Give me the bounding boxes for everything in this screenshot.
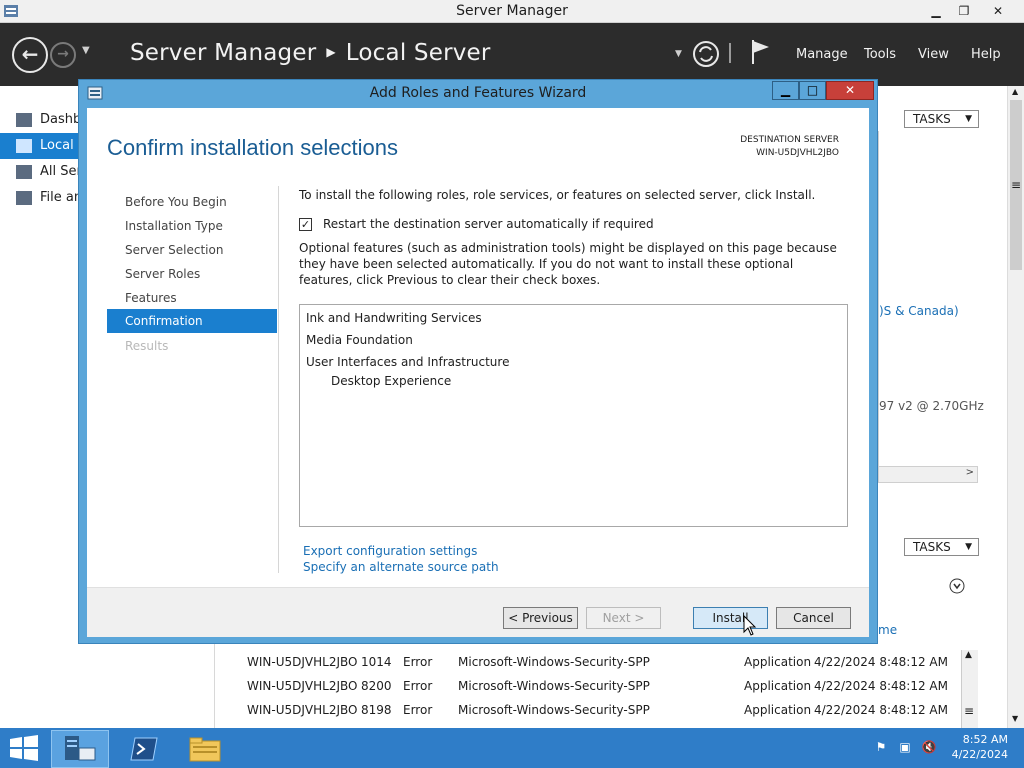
restart-checkbox[interactable]: ✓ — [299, 218, 312, 231]
instruction-text: To install the following roles, role ser… — [299, 188, 816, 202]
step-results: Results — [125, 339, 169, 353]
scroll-up-icon[interactable]: ▲ — [1012, 87, 1018, 96]
step-server-selection[interactable]: Server Selection — [107, 238, 277, 262]
server-icon — [16, 139, 32, 153]
chevron-down-icon: ▼ — [965, 542, 972, 552]
clock-time: 8:52 AM — [962, 733, 1008, 746]
menu-help[interactable]: Help — [971, 47, 1001, 62]
file-storage-icon — [16, 191, 32, 205]
taskbar-server-manager[interactable] — [51, 730, 109, 768]
alternate-source-link[interactable]: Specify an alternate source path — [303, 560, 499, 574]
nav-history-dropdown-icon[interactable]: ▼ — [82, 45, 90, 56]
forward-arrow-icon[interactable]: → — [50, 42, 76, 68]
step-confirmation[interactable]: Confirmation — [107, 309, 277, 333]
events-filter-area — [878, 565, 978, 615]
selection-subitem: Desktop Experience — [331, 374, 452, 388]
wizard-close-button[interactable]: ✕ — [826, 81, 874, 100]
minimize-button[interactable]: ▁ — [922, 1, 950, 21]
taskbar-powershell[interactable] — [115, 730, 173, 768]
previous-button[interactable]: < Previous — [503, 607, 578, 629]
wizard-minimize-button[interactable]: ▁ — [772, 81, 799, 100]
processor-value: 97 v2 @ 2.70GHz — [879, 399, 984, 413]
servers-icon — [16, 165, 32, 179]
clock-date: 4/22/2024 — [951, 748, 1008, 761]
event-row[interactable]: WIN-U5DJVHL2JBO 1014 Error Microsoft-Win… — [247, 650, 957, 674]
mouse-cursor-icon — [743, 615, 757, 636]
destination-server-label: DESTINATION SERVER WIN-U5DJVHL2JBO — [740, 135, 839, 158]
folder-icon — [189, 737, 221, 762]
notifications-flag-icon[interactable] — [750, 38, 772, 66]
properties-pane — [878, 131, 978, 467]
step-features[interactable]: Features — [107, 286, 277, 310]
restart-checkbox-label[interactable]: Restart the destination server automatic… — [323, 217, 654, 231]
scroll-grip-icon[interactable]: ≡ — [964, 704, 974, 718]
breadcrumb-app[interactable]: Server Manager — [130, 40, 316, 66]
selection-item: User Interfaces and Infrastructure — [306, 355, 510, 369]
server-manager-icon — [65, 736, 96, 761]
wizard-body: Confirm installation selections DESTINAT… — [87, 108, 869, 637]
events-vertical-scrollbar[interactable]: ▲ ≡ — [961, 650, 978, 728]
taskbar-file-explorer[interactable] — [176, 730, 234, 768]
windows-start-icon[interactable] — [9, 735, 39, 761]
next-button[interactable]: Next > — [586, 607, 661, 629]
chevron-down-icon: ▼ — [965, 114, 972, 124]
selections-list: Ink and Handwriting Services Media Found… — [299, 304, 848, 527]
selection-item: Media Foundation — [306, 333, 413, 347]
header-divider — [729, 43, 731, 63]
step-installation-type[interactable]: Installation Type — [107, 214, 277, 238]
breadcrumb: Server Manager ▶ Local Server — [130, 40, 491, 66]
taskbar: ⚑ ▣ 🔇 8:52 AM 4/22/2024 — [0, 728, 1024, 768]
action-center-flag-icon[interactable]: ⚑ — [873, 740, 889, 756]
window-title: Server Manager — [456, 3, 568, 19]
selection-item: Ink and Handwriting Services — [306, 311, 482, 325]
app-header: ← → ▼ Server Manager ▶ Local Server ▼ Mana… — [0, 23, 1024, 86]
properties-horizontal-scrollbar[interactable]: > — [878, 466, 978, 483]
wizard-title: Add Roles and Features Wizard — [369, 85, 587, 101]
volume-muted-icon[interactable]: 🔇 — [921, 740, 937, 756]
powershell-icon — [130, 737, 158, 761]
cancel-button[interactable]: Cancel — [776, 607, 851, 629]
clock[interactable]: 8:52 AM 4/22/2024 — [952, 732, 1008, 762]
page-title: Confirm installation selections — [107, 135, 399, 160]
scroll-right-icon[interactable]: > — [966, 467, 974, 478]
menu-view[interactable]: View — [918, 47, 949, 62]
optional-features-note: Optional features (such as administratio… — [299, 241, 837, 287]
destination-server-name: WIN-U5DJVHL2JBO — [756, 148, 839, 158]
timezone-value[interactable]: )S & Canada) — [879, 304, 959, 318]
event-row[interactable]: WIN-U5DJVHL2JBO 8200 Error Microsoft-Win… — [247, 674, 957, 698]
menu-tools[interactable]: Tools — [864, 47, 896, 62]
dashboard-icon — [16, 113, 32, 127]
window-titlebar: Server Manager ▁ ❐ ✕ — [0, 0, 1024, 23]
scroll-grip-icon: ≡ — [1011, 178, 1022, 192]
close-button[interactable]: ✕ — [984, 1, 1012, 21]
add-roles-wizard-dialog: Add Roles and Features Wizard ▁ □ ✕ Conf… — [78, 79, 878, 644]
properties-tasks-dropdown[interactable]: TASKS ▼ — [904, 110, 979, 128]
breadcrumb-separator-icon: ▶ — [326, 45, 336, 59]
events-column-link[interactable]: me — [878, 623, 897, 637]
export-configuration-link[interactable]: Export configuration settings — [303, 544, 477, 558]
main-vertical-scrollbar[interactable]: ▲ ≡ ▼ — [1007, 86, 1024, 728]
expand-circle-icon[interactable] — [949, 578, 965, 594]
wizard-maximize-button[interactable]: □ — [799, 81, 826, 100]
menu-manage[interactable]: Manage — [796, 47, 848, 62]
network-icon[interactable]: ▣ — [897, 740, 913, 756]
steps-divider — [278, 186, 279, 573]
step-server-roles[interactable]: Server Roles — [107, 262, 277, 286]
back-arrow-icon[interactable]: ← — [12, 37, 48, 73]
step-before-you-begin[interactable]: Before You Begin — [107, 190, 277, 214]
refresh-icon[interactable] — [692, 40, 720, 68]
breadcrumb-page: Local Server — [345, 40, 491, 66]
refresh-dropdown-icon[interactable]: ▼ — [675, 49, 682, 59]
events-tasks-dropdown[interactable]: TASKS ▼ — [904, 538, 979, 556]
scroll-up-icon[interactable]: ▲ — [965, 650, 972, 660]
scroll-down-icon[interactable]: ▼ — [1012, 714, 1018, 723]
maximize-button[interactable]: ❐ — [950, 1, 978, 21]
event-row[interactable]: WIN-U5DJVHL2JBO 8198 Error Microsoft-Win… — [247, 698, 957, 722]
